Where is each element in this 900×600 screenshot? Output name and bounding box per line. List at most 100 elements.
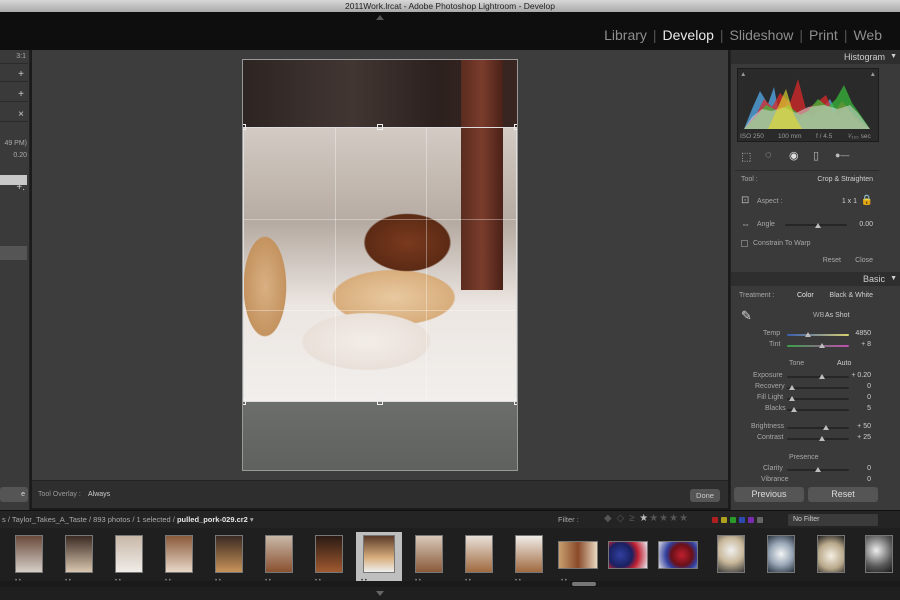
contrast-value[interactable]: + 25 [857, 434, 871, 441]
clarity-slider-knob[interactable] [815, 467, 821, 472]
crop-handle[interactable] [514, 124, 517, 130]
spot-removal-icon[interactable]: ◌ [765, 149, 772, 161]
collapse-top-panel-icon[interactable] [376, 15, 384, 20]
crop-frame[interactable] [243, 127, 517, 402]
recovery-value[interactable]: 0 [867, 383, 871, 390]
brightness-value[interactable]: + 50 [857, 423, 871, 430]
blacks-slider-knob[interactable] [791, 407, 797, 412]
module-web[interactable]: Web [849, 27, 886, 43]
collapse-triangle-icon[interactable]: ▼ [890, 53, 897, 60]
constrain-warp-checkbox[interactable] [741, 240, 748, 247]
histogram-header[interactable]: Histogram ▼ [731, 50, 900, 64]
filmstrip-thumbnail[interactable]: • • [410, 532, 456, 584]
angle-value[interactable]: 0.00 [859, 221, 873, 228]
wb-select[interactable]: As Shot [825, 312, 850, 319]
filmstrip-scrollbar[interactable] [0, 581, 900, 587]
straighten-tool-icon[interactable]: ⇔ [741, 219, 750, 229]
red-eye-icon[interactable]: ◉ [789, 149, 799, 162]
tint-slider-knob[interactable] [819, 343, 825, 348]
lock-icon[interactable]: 🔒 [861, 195, 873, 206]
contrast-slider[interactable] [787, 438, 849, 440]
filmstrip-thumbnail[interactable]: • • [10, 532, 56, 584]
previous-button[interactable]: Previous [734, 487, 804, 502]
tint-slider[interactable] [787, 345, 849, 347]
color-label-yellow[interactable] [721, 517, 727, 523]
filmstrip-thumbnail[interactable]: • • [60, 532, 106, 584]
crop-handle[interactable] [243, 124, 246, 130]
color-label-gray[interactable] [757, 517, 763, 523]
white-balance-picker-icon[interactable]: ✎ [741, 308, 752, 324]
recovery-slider-knob[interactable] [789, 385, 795, 390]
fill-light-slider-knob[interactable] [789, 396, 795, 401]
done-button[interactable]: Done [690, 489, 720, 502]
temp-value[interactable]: 4850 [855, 330, 871, 337]
filmstrip-thumbnail[interactable]: • • [460, 532, 506, 584]
collapse-triangle-icon[interactable]: ▼ [890, 275, 897, 282]
breadcrumb[interactable]: s / Taylor_Takes_A_Taste / 893 photos / … [2, 515, 254, 524]
collapse-bottom-panel-icon[interactable] [376, 591, 384, 596]
color-label-purple[interactable] [748, 517, 754, 523]
vibrance-value[interactable]: 0 [867, 476, 871, 483]
clipping-indicator-right[interactable]: ▲ [870, 71, 876, 78]
filmstrip-thumbnail[interactable]: • • [310, 532, 356, 584]
color-label-red[interactable] [712, 517, 718, 523]
treatment-color-button[interactable]: Color [797, 292, 814, 299]
module-print[interactable]: Print [805, 27, 842, 43]
crop-close-button[interactable]: Close [855, 257, 873, 264]
filmstrip-thumbnail[interactable]: • • [210, 532, 256, 584]
filmstrip-thumbnail[interactable]: • • [556, 532, 602, 584]
fill-light-value[interactable]: 0 [867, 394, 871, 401]
photo-preview[interactable] [242, 59, 518, 471]
module-slideshow[interactable]: Slideshow [726, 27, 798, 43]
module-library[interactable]: Library [600, 27, 651, 43]
left-panel-button[interactable]: e [0, 487, 28, 502]
add-icon[interactable]: + [18, 89, 24, 100]
auto-tone-button[interactable]: Auto [837, 360, 851, 367]
graduated-filter-icon[interactable]: ▯ [813, 149, 819, 162]
fill-light-slider[interactable] [787, 398, 849, 400]
treatment-bw-button[interactable]: Black & White [829, 292, 873, 299]
module-develop[interactable]: Develop [659, 27, 718, 43]
crop-frame-icon[interactable]: ⊡ [741, 195, 749, 206]
tool-overlay-select[interactable]: Always [88, 491, 110, 498]
rating-filter[interactable]: ◆ ◇ ≥ ★★★★★ [604, 513, 689, 524]
add-icon[interactable]: + [18, 69, 24, 80]
filmstrip-scroll-thumb[interactable] [572, 582, 596, 586]
temp-slider[interactable] [787, 334, 849, 336]
filter-preset-select[interactable]: No Filter [788, 514, 878, 526]
filmstrip-thumbnail[interactable] [712, 532, 758, 584]
add-icon[interactable]: +. [16, 182, 25, 193]
filmstrip-thumbnail[interactable] [812, 532, 858, 584]
filmstrip-thumbnail[interactable] [762, 532, 808, 584]
color-label-green[interactable] [730, 517, 736, 523]
reset-button[interactable]: Reset [808, 487, 878, 502]
color-label-blue[interactable] [739, 517, 745, 523]
crop-reset-button[interactable]: Reset [823, 257, 841, 264]
filmstrip-thumbnail[interactable] [860, 532, 900, 584]
filmstrip-thumbnail[interactable] [656, 532, 702, 584]
filmstrip-thumbnail-selected[interactable]: • • [356, 532, 402, 584]
crop-handle[interactable] [514, 399, 517, 405]
crop-handle[interactable] [243, 399, 246, 405]
filmstrip-thumbnail[interactable]: • • [260, 532, 306, 584]
left-panel-field[interactable] [0, 246, 27, 260]
angle-slider-knob[interactable] [815, 223, 821, 228]
image-canvas[interactable] [32, 50, 728, 480]
blacks-value[interactable]: 5 [867, 405, 871, 412]
contrast-slider-knob[interactable] [819, 436, 825, 441]
filmstrip-thumbnail[interactable]: • • [160, 532, 206, 584]
filmstrip-thumbnail[interactable]: • • [510, 532, 556, 584]
exposure-slider[interactable] [787, 376, 849, 378]
close-icon[interactable]: × [18, 109, 24, 120]
filmstrip-thumbnail[interactable] [606, 532, 652, 584]
exposure-slider-knob[interactable] [819, 374, 825, 379]
crop-handle[interactable] [377, 399, 383, 405]
crop-handle[interactable] [377, 124, 383, 130]
tint-value[interactable]: + 8 [861, 341, 871, 348]
temp-slider-knob[interactable] [805, 332, 811, 337]
brightness-slider[interactable] [787, 427, 849, 429]
recovery-slider[interactable] [787, 387, 849, 389]
filmstrip-thumbnail[interactable]: • • [110, 532, 156, 584]
clipping-indicator-left[interactable]: ▲ [740, 71, 746, 78]
color-label-filter[interactable] [712, 516, 766, 525]
